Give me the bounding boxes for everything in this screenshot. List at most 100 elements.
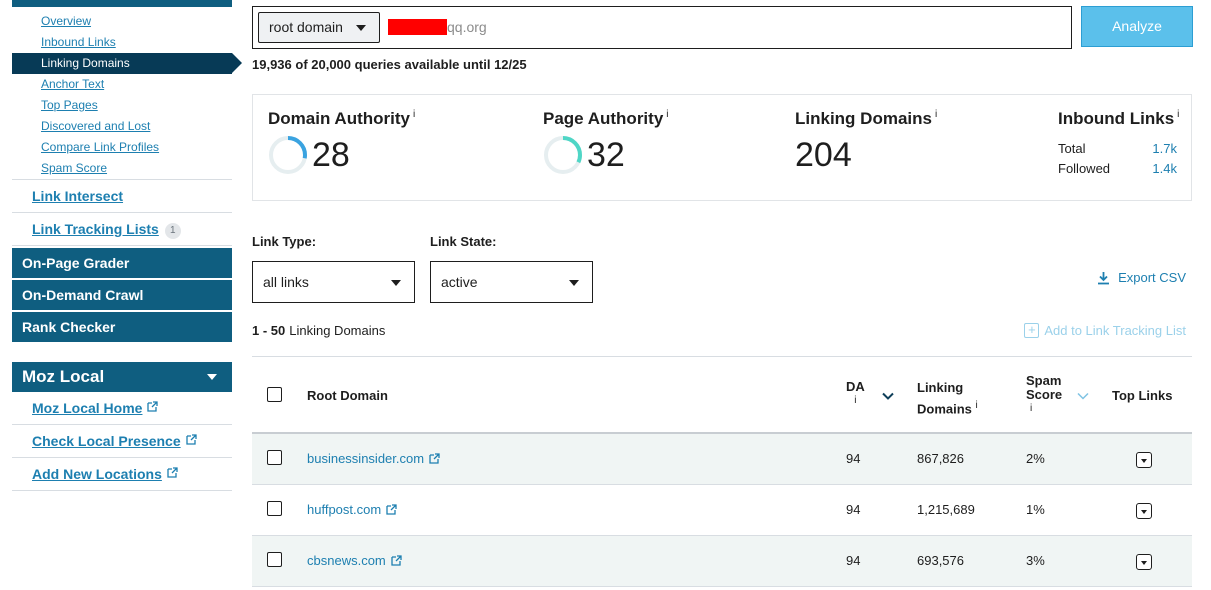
link-intersect-label: Link Intersect xyxy=(32,188,124,204)
domain-link[interactable]: cbsnews.com xyxy=(307,553,402,568)
linking-domains-table: Root Domain DA i Linking Domains i Spam … xyxy=(252,356,1192,587)
info-icon[interactable]: i xyxy=(413,109,415,120)
inbound-followed-row: Followed 1.4k xyxy=(1058,159,1177,179)
metrics-panel: Domain Authority i 28 Page Authority i 32 … xyxy=(252,94,1192,201)
add-to-tracking-list-button[interactable]: + Add to Link Tracking List xyxy=(1024,323,1186,338)
linking-domains-count: 1,215,689 xyxy=(917,502,975,517)
domain-authority-metric: Domain Authority i 28 xyxy=(268,109,415,175)
sidebar-on-demand-crawl[interactable]: On-Demand Crawl xyxy=(12,280,232,310)
export-csv-button[interactable]: Export CSV xyxy=(1097,270,1186,285)
sidebar-item-spam-score[interactable]: Spam Score xyxy=(12,158,232,179)
page-authority-gauge xyxy=(544,136,582,174)
domain-link[interactable]: businessinsider.com xyxy=(307,451,440,466)
sort-descending-icon[interactable] xyxy=(882,392,894,400)
header-root-domain[interactable]: Root Domain xyxy=(307,389,388,403)
row-checkbox[interactable] xyxy=(267,450,282,465)
inbound-links-title: Inbound Links i xyxy=(1058,109,1179,129)
domain-link[interactable]: huffpost.com xyxy=(307,502,397,517)
sidebar-item-linking-domains[interactable]: Linking Domains xyxy=(12,53,242,74)
link-explorer-submenu: Overview Inbound Links Linking Domains A… xyxy=(12,7,242,180)
top-links-dropdown-button[interactable] xyxy=(1136,503,1152,519)
analyze-button[interactable]: Analyze xyxy=(1081,6,1193,47)
link-type-label: Link Type: xyxy=(252,234,317,249)
info-icon[interactable]: i xyxy=(1177,109,1179,120)
sidebar-item-anchor-text[interactable]: Anchor Text xyxy=(12,74,232,95)
inbound-followed-value[interactable]: 1.4k xyxy=(1152,159,1177,179)
sort-chevron-icon[interactable] xyxy=(1077,392,1089,400)
add-new-locations-label: Add New Locations xyxy=(32,466,162,482)
linking-domains-title: Linking Domains i xyxy=(795,109,937,129)
check-local-presence-label: Check Local Presence xyxy=(32,433,181,449)
top-links-dropdown-button[interactable] xyxy=(1136,554,1152,570)
external-link-icon[interactable] xyxy=(391,555,402,566)
header-da[interactable]: DA i xyxy=(846,380,865,408)
top-links-dropdown-button[interactable] xyxy=(1136,452,1152,468)
export-csv-label: Export CSV xyxy=(1118,270,1186,285)
inbound-links-label: Inbound Links xyxy=(1058,109,1175,128)
info-icon[interactable]: i xyxy=(666,109,668,120)
link-state-value: active xyxy=(441,274,478,290)
external-link-icon[interactable] xyxy=(386,504,397,515)
scope-select[interactable]: root domain xyxy=(258,12,380,43)
results-range-numbers: 1 - 50 xyxy=(252,323,286,338)
header-linking-domains[interactable]: Linking Domains i xyxy=(917,381,978,416)
linking-domains-value: 204 xyxy=(795,136,852,174)
domain-authority-title: Domain Authority i xyxy=(268,109,415,129)
dropdown-arrow-icon xyxy=(569,280,579,286)
sidebar-item-discovered-and-lost[interactable]: Discovered and Lost xyxy=(12,116,232,137)
caret-down-icon xyxy=(207,374,217,380)
row-checkbox[interactable] xyxy=(267,501,282,516)
moz-local-home-link[interactable]: Moz Local Home xyxy=(12,392,232,425)
add-new-locations-link[interactable]: Add New Locations xyxy=(12,458,232,491)
queries-remaining: 19,936 of 20,000 queries available until… xyxy=(252,57,527,72)
moz-local-title: Moz Local xyxy=(22,367,105,386)
sidebar-item-overview[interactable]: Overview xyxy=(12,11,232,32)
check-local-presence-link[interactable]: Check Local Presence xyxy=(12,425,232,458)
select-all-checkbox[interactable] xyxy=(267,387,282,402)
header-linking-line2: Domains xyxy=(917,401,972,417)
domain-authority-label: Domain Authority xyxy=(268,109,410,128)
sidebar-item-inbound-links[interactable]: Inbound Links xyxy=(12,32,232,53)
search-input[interactable]: qq.org xyxy=(447,19,487,35)
info-icon[interactable]: i xyxy=(976,400,978,411)
linking-domains-count: 867,826 xyxy=(917,451,964,466)
search-bar: root domain qq.org xyxy=(252,6,1072,49)
spam-score-value: 2% xyxy=(1026,451,1045,466)
moz-local-home-label: Moz Local Home xyxy=(32,400,143,416)
count-badge: 1 xyxy=(164,223,181,239)
sidebar-link-intersect[interactable]: Link Intersect xyxy=(12,180,232,213)
header-spam-score[interactable]: Spam Score i xyxy=(1026,374,1062,416)
results-range-label: Linking Domains xyxy=(289,323,386,338)
info-icon[interactable]: i xyxy=(846,394,865,408)
sidebar-link-tracking-lists[interactable]: Link Tracking Lists 1 xyxy=(12,213,232,246)
header-spam-line2: Score xyxy=(1026,387,1063,402)
link-state-select[interactable]: active xyxy=(430,261,593,303)
inbound-followed-label: Followed xyxy=(1058,161,1111,176)
page-authority-title: Page Authority i xyxy=(543,109,669,129)
sidebar-on-page-grader[interactable]: On-Page Grader xyxy=(12,248,232,278)
domain-name: businessinsider.com xyxy=(307,451,425,466)
linking-domains-metric: Linking Domains i 204 xyxy=(795,109,937,175)
row-checkbox[interactable] xyxy=(267,552,282,567)
info-icon[interactable]: i xyxy=(935,109,937,120)
domain-authority-gauge xyxy=(269,136,307,174)
link-type-select[interactable]: all links xyxy=(252,261,415,303)
inbound-total-label: Total xyxy=(1058,141,1086,156)
plus-icon: + xyxy=(1024,323,1040,338)
sidebar-rank-checker[interactable]: Rank Checker xyxy=(12,312,232,342)
sidebar-item-compare-link-profiles[interactable]: Compare Link Profiles xyxy=(12,137,232,158)
spam-score-value: 1% xyxy=(1026,502,1045,517)
inbound-total-value[interactable]: 1.7k xyxy=(1152,139,1177,159)
moz-local-header[interactable]: Moz Local xyxy=(12,362,232,392)
da-value: 94 xyxy=(846,553,861,568)
sidebar-item-top-pages[interactable]: Top Pages xyxy=(12,95,232,116)
download-icon xyxy=(1098,271,1110,284)
info-icon[interactable]: i xyxy=(1026,402,1062,416)
external-link-icon xyxy=(167,467,178,478)
external-link-icon[interactable] xyxy=(429,453,440,464)
sidebar-section-header[interactable] xyxy=(12,0,232,7)
da-value: 94 xyxy=(846,451,861,466)
inbound-total-row: Total 1.7k xyxy=(1058,139,1177,159)
external-link-icon xyxy=(147,401,159,412)
add-to-tracking-list-label: Add to Link Tracking List xyxy=(1044,323,1186,338)
